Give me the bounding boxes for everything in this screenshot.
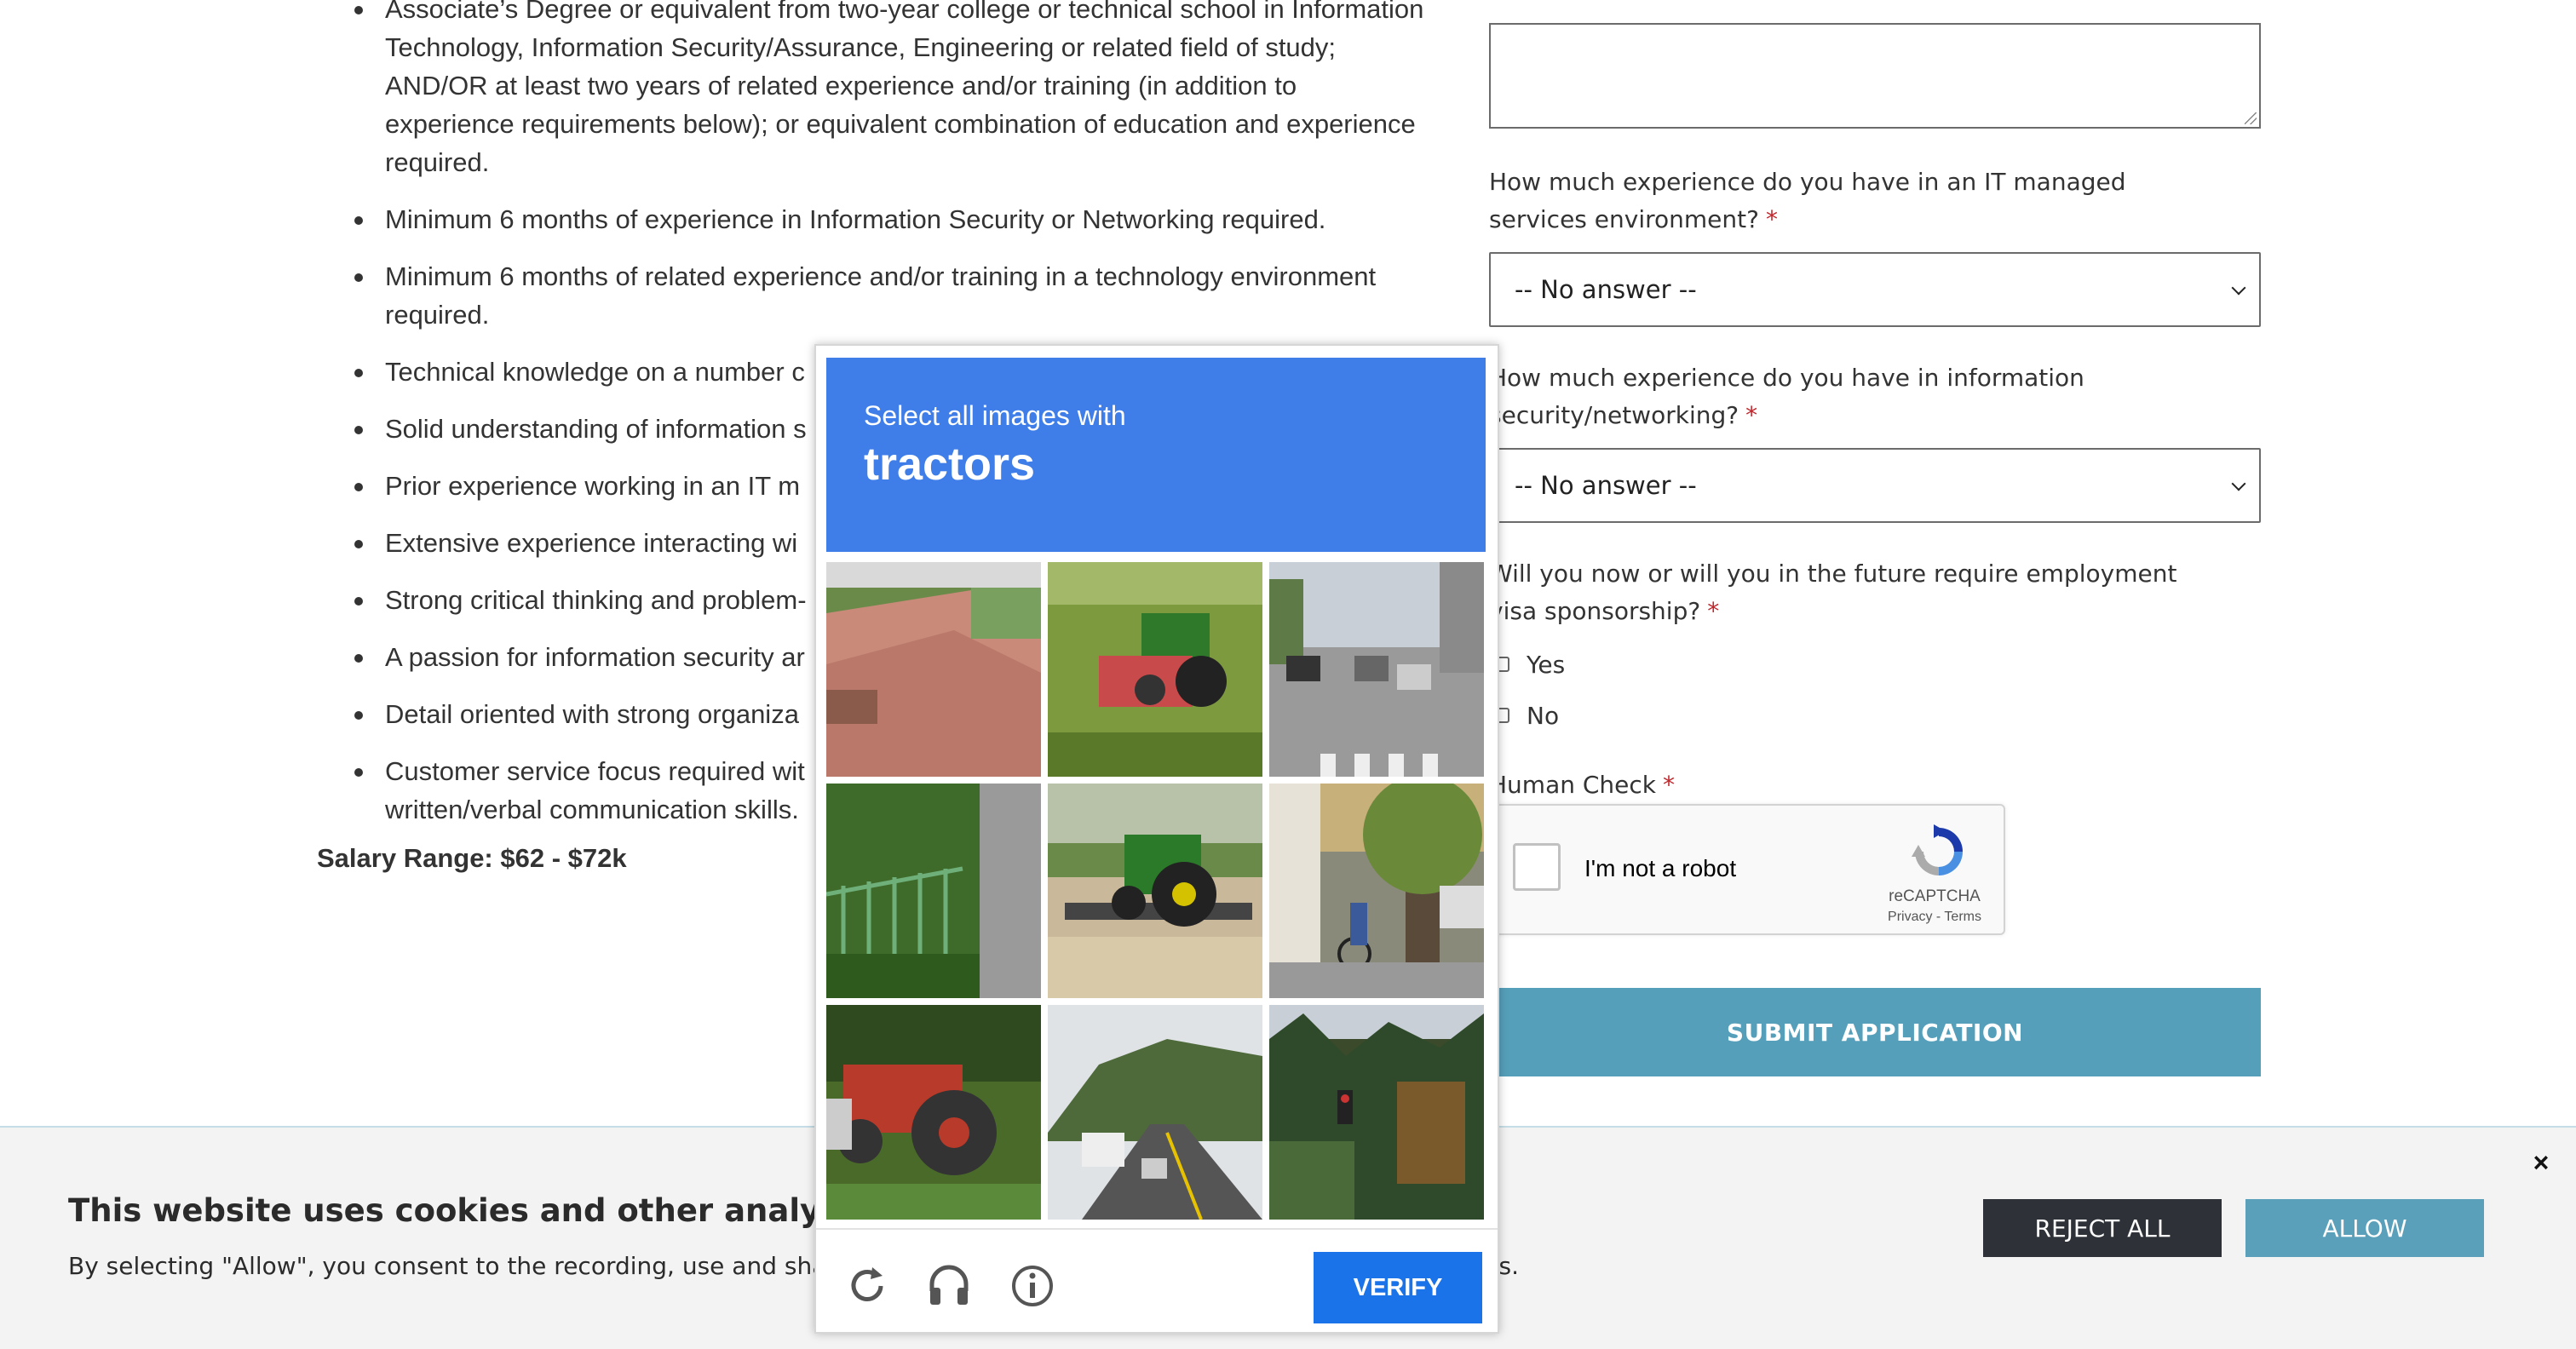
captcha-tile-road-bus[interactable]	[1048, 1005, 1262, 1220]
select-value: -- No answer --	[1515, 471, 1697, 500]
visa-yes-option[interactable]: Yes	[1494, 647, 1565, 681]
list-item: Associate’s Degree or equivalent from tw…	[354, 0, 1431, 181]
salary-range: Salary Range: $62 - $72k	[317, 843, 627, 873]
question-managed-services: How much experience do you have in an IT…	[1489, 164, 2222, 238]
captcha-tile-street-cars[interactable]	[1269, 562, 1484, 777]
close-icon[interactable]: ×	[2528, 1149, 2554, 1176]
audio-challenge-icon[interactable]	[925, 1262, 973, 1310]
option-label: Yes	[1527, 650, 1566, 679]
list-item: Minimum 6 months of experience in Inform…	[354, 200, 1431, 238]
chevron-down-icon	[2231, 476, 2246, 491]
question-infosec: How much experience do you have in infor…	[1489, 359, 2222, 434]
question-text: Will you now or will you in the future r…	[1489, 560, 2177, 625]
submit-application-button[interactable]: SUBMIT APPLICATION	[1489, 988, 2261, 1076]
recaptcha-brand: reCAPTCHA	[1889, 887, 1981, 905]
cookie-text: By selecting "Allow", you consent to the…	[68, 1252, 874, 1280]
captcha-tile-red-tractor[interactable]	[826, 1005, 1041, 1220]
list-item: Customer service focus required wit writ…	[354, 752, 835, 829]
challenge-object: tractors	[864, 439, 1036, 490]
challenge-footer: VERIFY	[816, 1228, 1498, 1332]
answer-textarea[interactable]	[1489, 23, 2261, 129]
challenge-prompt: Select all images with	[864, 400, 1126, 431]
question-text: How much experience do you have in an IT…	[1489, 168, 2126, 233]
captcha-tile-trees-trafficlight[interactable]	[1269, 1005, 1484, 1220]
chevron-down-icon	[2231, 280, 2246, 296]
required-asterisk: *	[1765, 205, 1778, 233]
captcha-tile-tractor-field[interactable]	[1048, 562, 1262, 777]
challenge-header: Select all images with tractors	[826, 358, 1486, 552]
infosec-select[interactable]: -- No answer --	[1489, 448, 2261, 523]
question-human-check: Human Check *	[1489, 766, 2222, 804]
reject-all-button[interactable]: REJECT ALL	[1983, 1199, 2222, 1257]
required-asterisk: *	[1745, 401, 1758, 429]
recaptcha-label: I'm not a robot	[1584, 855, 1737, 881]
recaptcha-checkbox[interactable]	[1513, 843, 1561, 891]
managed-services-select[interactable]: -- No answer --	[1489, 252, 2261, 327]
visa-no-option[interactable]: No	[1494, 698, 1559, 732]
option-label: No	[1527, 701, 1560, 730]
required-asterisk: *	[1663, 771, 1676, 799]
info-icon[interactable]	[1009, 1262, 1056, 1310]
verify-button[interactable]: VERIFY	[1314, 1252, 1482, 1323]
question-text: Human Check	[1489, 771, 1657, 799]
allow-button[interactable]: ALLOW	[2245, 1199, 2484, 1257]
recaptcha-terms-link[interactable]: Privacy - Terms	[1879, 910, 1990, 925]
captcha-tile-fence-grass[interactable]	[826, 784, 1041, 998]
recaptcha-widget: I'm not a robot reCAPTCHA Privacy - Term…	[1492, 804, 2005, 935]
captcha-tile-tractor-trailer[interactable]	[1048, 784, 1262, 998]
reload-icon[interactable]	[843, 1262, 891, 1310]
captcha-tile-street-cyclist[interactable]	[1269, 784, 1484, 998]
select-value: -- No answer --	[1515, 275, 1697, 304]
question-visa: Will you now or will you in the future r…	[1489, 555, 2222, 630]
question-text: How much experience do you have in infor…	[1489, 364, 2084, 429]
required-asterisk: *	[1707, 597, 1720, 625]
captcha-tile-brick-path[interactable]	[826, 562, 1041, 777]
captcha-challenge-dialog: Select all images with tractors VERIFY	[814, 344, 1499, 1334]
recaptcha-logo-icon	[1912, 824, 1963, 875]
list-item: Minimum 6 months of related experience a…	[354, 257, 1431, 334]
